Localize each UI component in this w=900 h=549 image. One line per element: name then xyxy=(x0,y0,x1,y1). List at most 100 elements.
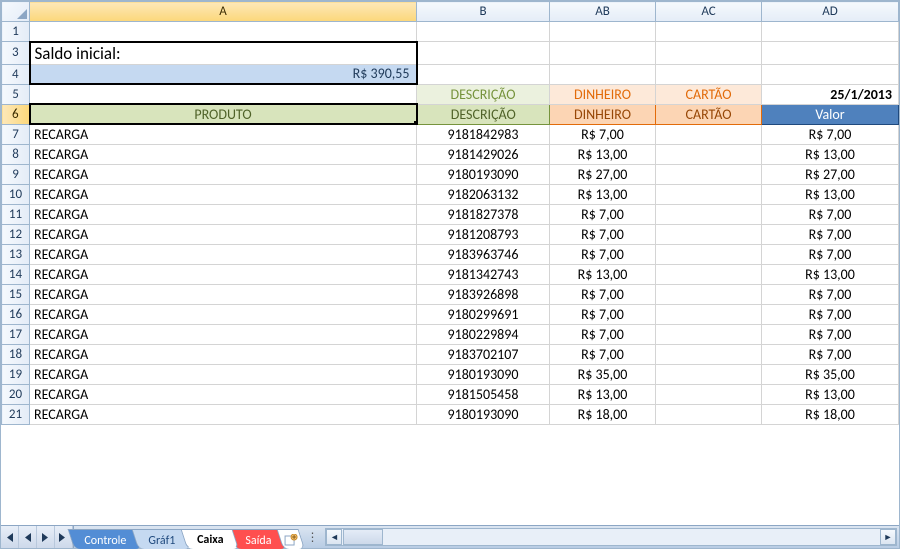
row-header-18[interactable]: 18 xyxy=(2,344,30,364)
cell-B19[interactable]: 9180193090 xyxy=(417,364,550,384)
col-header-AD[interactable]: AD xyxy=(762,2,899,22)
cell-AB10[interactable]: R$ 13,00 xyxy=(550,184,656,204)
cell-AD6[interactable]: Valor xyxy=(762,104,899,124)
cell-A18[interactable]: RECARGA xyxy=(30,344,417,364)
horizontal-scrollbar[interactable]: ◄ ► xyxy=(325,528,897,546)
tab-nav-prev-icon[interactable] xyxy=(19,526,37,548)
cell-B13[interactable]: 9183963746 xyxy=(417,244,550,264)
scroll-right-button[interactable]: ► xyxy=(880,529,896,545)
row-header-3[interactable]: 3 xyxy=(2,42,30,65)
row-header-10[interactable]: 10 xyxy=(2,184,30,204)
cell-A7[interactable]: RECARGA xyxy=(30,124,417,144)
cell-AC6[interactable]: CARTÃO xyxy=(656,104,762,124)
cell-B1[interactable] xyxy=(417,22,550,42)
cell-AC15[interactable] xyxy=(656,284,762,304)
row-header-14[interactable]: 14 xyxy=(2,264,30,284)
cell-AB5[interactable]: DINHEIRO xyxy=(550,84,656,104)
cell-AB21[interactable]: R$ 18,00 xyxy=(550,404,656,424)
cell-AD3[interactable] xyxy=(762,42,899,65)
cell-AD4[interactable] xyxy=(762,64,899,84)
cell-AC13[interactable] xyxy=(656,244,762,264)
cell-A16[interactable]: RECARGA xyxy=(30,304,417,324)
cell-AB3[interactable] xyxy=(550,42,656,65)
cell-AD18[interactable]: R$ 7,00 xyxy=(762,344,899,364)
cell-A20[interactable]: RECARGA xyxy=(30,384,417,404)
row-header-7[interactable]: 7 xyxy=(2,124,30,144)
tab-split-handle[interactable]: ⋮ xyxy=(307,526,317,548)
scroll-left-button[interactable]: ◄ xyxy=(326,529,342,545)
cell-B14[interactable]: 9181342743 xyxy=(417,264,550,284)
tab-nav-first-icon[interactable] xyxy=(1,526,19,548)
row-header-17[interactable]: 17 xyxy=(2,324,30,344)
row-header-6[interactable]: 6 xyxy=(2,104,30,124)
cell-AD12[interactable]: R$ 7,00 xyxy=(762,224,899,244)
cell-A13[interactable]: RECARGA xyxy=(30,244,417,264)
cell-A6-active[interactable]: PRODUTO xyxy=(30,104,417,124)
cell-B20[interactable]: 9181505458 xyxy=(417,384,550,404)
cell-B17[interactable]: 9180229894 xyxy=(417,324,550,344)
cell-AB19[interactable]: R$ 35,00 xyxy=(550,364,656,384)
row-header-21[interactable]: 21 xyxy=(2,404,30,424)
cell-AD10[interactable]: R$ 13,00 xyxy=(762,184,899,204)
cell-AC11[interactable] xyxy=(656,204,762,224)
cell-A17[interactable]: RECARGA xyxy=(30,324,417,344)
cell-A3-saldo-label[interactable]: Saldo inicial: xyxy=(30,42,417,65)
cell-AD19[interactable]: R$ 35,00 xyxy=(762,364,899,384)
cell-A8[interactable]: RECARGA xyxy=(30,144,417,164)
cell-AB11[interactable]: R$ 7,00 xyxy=(550,204,656,224)
row-header-15[interactable]: 15 xyxy=(2,284,30,304)
cell-AB13[interactable]: R$ 7,00 xyxy=(550,244,656,264)
cell-AD20[interactable]: R$ 13,00 xyxy=(762,384,899,404)
cell-AB7[interactable]: R$ 7,00 xyxy=(550,124,656,144)
cell-AB12[interactable]: R$ 7,00 xyxy=(550,224,656,244)
cell-B21[interactable]: 9180193090 xyxy=(417,404,550,424)
cell-AD1[interactable] xyxy=(762,22,899,42)
row-header-8[interactable]: 8 xyxy=(2,144,30,164)
cell-AB9[interactable]: R$ 27,00 xyxy=(550,164,656,184)
cell-AC9[interactable] xyxy=(656,164,762,184)
cell-B5[interactable]: DESCRIÇÃO xyxy=(417,84,550,104)
cell-AB1[interactable] xyxy=(550,22,656,42)
cell-B15[interactable]: 9183926898 xyxy=(417,284,550,304)
cell-AC16[interactable] xyxy=(656,304,762,324)
cell-A19[interactable]: RECARGA xyxy=(30,364,417,384)
cell-B11[interactable]: 9181827378 xyxy=(417,204,550,224)
cell-AC12[interactable] xyxy=(656,224,762,244)
cell-AD15[interactable]: R$ 7,00 xyxy=(762,284,899,304)
cell-AC14[interactable] xyxy=(656,264,762,284)
cell-AD17[interactable]: R$ 7,00 xyxy=(762,324,899,344)
cell-A21[interactable]: RECARGA xyxy=(30,404,417,424)
cell-A5[interactable] xyxy=(30,84,417,104)
row-header-16[interactable]: 16 xyxy=(2,304,30,324)
cell-AB20[interactable]: R$ 13,00 xyxy=(550,384,656,404)
tab-nav-next-icon[interactable] xyxy=(37,526,55,548)
cell-B16[interactable]: 9180299691 xyxy=(417,304,550,324)
spreadsheet-grid[interactable]: A B AB AC AD 1 3 Saldo inicial: 4 R$ 390… xyxy=(1,1,899,524)
cell-B8[interactable]: 9181429026 xyxy=(417,144,550,164)
cell-AC7[interactable] xyxy=(656,124,762,144)
cell-B3[interactable] xyxy=(417,42,550,65)
cell-AC17[interactable] xyxy=(656,324,762,344)
row-header-5[interactable]: 5 xyxy=(2,84,30,104)
cell-AB18[interactable]: R$ 7,00 xyxy=(550,344,656,364)
cell-AC3[interactable] xyxy=(656,42,762,65)
cell-B6[interactable]: DESCRIÇÃO xyxy=(417,104,550,124)
cell-AC20[interactable] xyxy=(656,384,762,404)
cell-A15[interactable]: RECARGA xyxy=(30,284,417,304)
cell-B12[interactable]: 9181208793 xyxy=(417,224,550,244)
cell-A4-saldo-value[interactable]: R$ 390,55 xyxy=(30,64,417,84)
select-all-corner[interactable] xyxy=(2,2,30,22)
cell-AC4[interactable] xyxy=(656,64,762,84)
row-header-4[interactable]: 4 xyxy=(2,64,30,84)
cell-AC1[interactable] xyxy=(656,22,762,42)
cell-AB16[interactable]: R$ 7,00 xyxy=(550,304,656,324)
cell-AC21[interactable] xyxy=(656,404,762,424)
cell-AC19[interactable] xyxy=(656,364,762,384)
cell-AB15[interactable]: R$ 7,00 xyxy=(550,284,656,304)
cell-AD16[interactable]: R$ 7,00 xyxy=(762,304,899,324)
cell-AB17[interactable]: R$ 7,00 xyxy=(550,324,656,344)
cell-AD7[interactable]: R$ 7,00 xyxy=(762,124,899,144)
cell-AB14[interactable]: R$ 13,00 xyxy=(550,264,656,284)
cell-AC18[interactable] xyxy=(656,344,762,364)
cell-AD21[interactable]: R$ 18,00 xyxy=(762,404,899,424)
